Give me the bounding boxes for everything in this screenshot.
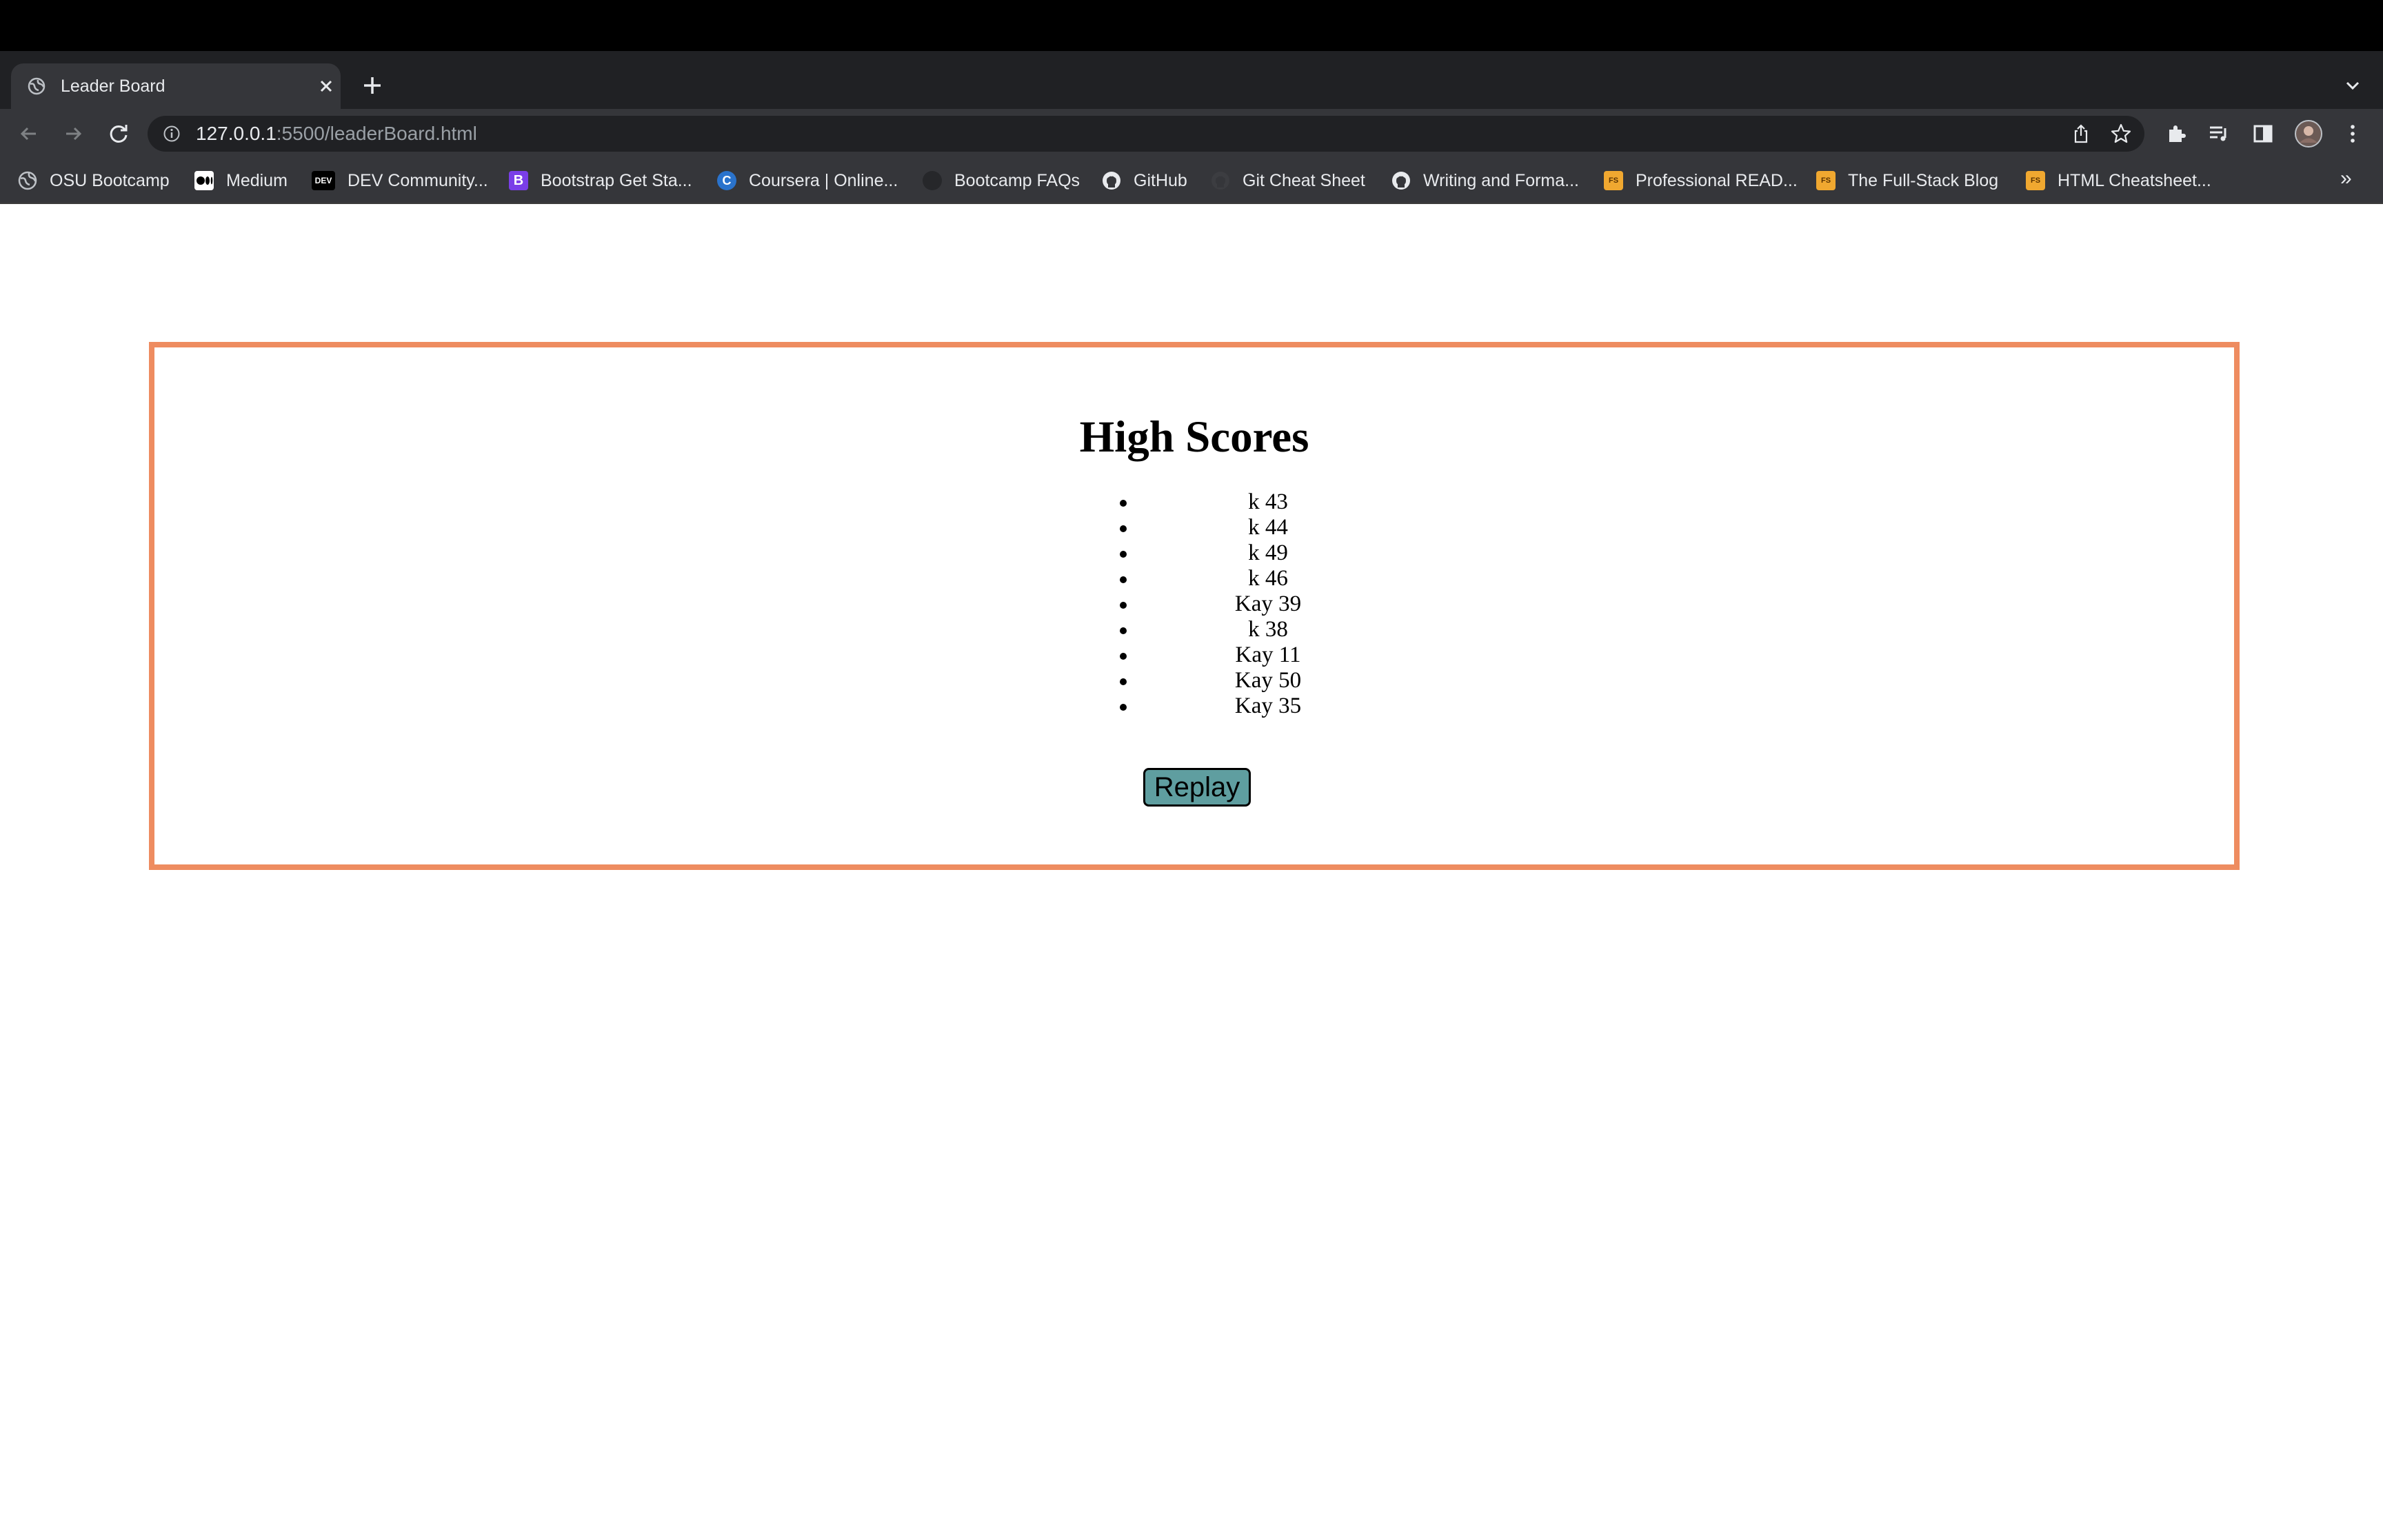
profile-avatar-icon[interactable] — [2293, 119, 2324, 149]
page-title: High Scores — [1079, 412, 1309, 462]
tab-title: Leader Board — [61, 77, 165, 96]
bookmark-label: Bootcamp FAQs — [954, 170, 1080, 190]
fs-icon: FS — [2026, 171, 2045, 190]
score-item: k 44 — [1120, 515, 1375, 540]
bookmark-bootstrap[interactable]: B Bootstrap Get Sta... — [509, 167, 692, 194]
github-icon — [1103, 172, 1120, 190]
forward-icon[interactable] — [58, 119, 88, 149]
new-tab-icon[interactable] — [359, 72, 386, 99]
bookmark-label: HTML Cheatsheet... — [2058, 170, 2211, 190]
bookmark-star-icon[interactable] — [2110, 123, 2132, 145]
browser-toolbar: 127.0.0.1:5500/leaderBoard.html — [0, 109, 2383, 159]
bootstrap-icon: B — [509, 171, 528, 190]
tab-strip: Leader Board — [0, 51, 2383, 109]
score-item: k 49 — [1120, 540, 1375, 566]
score-item: k 43 — [1120, 489, 1375, 515]
bookmark-label: Coursera | Online... — [749, 170, 898, 190]
medium-icon — [194, 171, 214, 190]
url-path: :5500/leaderBoard.html — [276, 123, 477, 144]
bookmark-writing-and-formatting[interactable]: Writing and Forma... — [1391, 167, 1579, 194]
bookmark-bootcamp-faqs[interactable]: Bootcamp FAQs — [923, 167, 1080, 194]
coursera-icon: C — [717, 171, 736, 190]
github-icon — [1211, 172, 1229, 190]
menu-kebab-icon[interactable] — [2337, 119, 2368, 149]
chevron-down-icon[interactable] — [2339, 72, 2366, 99]
bookmarks-overflow-button[interactable]: » — [2340, 167, 2352, 190]
score-item: Kay 35 — [1120, 693, 1375, 719]
bookmark-label: Bootstrap Get Sta... — [541, 170, 692, 190]
score-item: Kay 39 — [1120, 591, 1375, 617]
leaderboard-card: High Scores k 43 k 44 k 49 k 46 Kay 39 k… — [149, 342, 2240, 870]
back-icon[interactable] — [14, 119, 44, 149]
bookmark-dev-community[interactable]: DEV DEV Community... — [312, 167, 488, 194]
bookmarks-bar: OSU Bootcamp Medium DEV DEV Community...… — [0, 159, 2383, 204]
close-tab-icon[interactable] — [313, 73, 339, 99]
bookmark-github[interactable]: GitHub — [1102, 167, 1187, 194]
share-icon[interactable] — [2070, 123, 2092, 145]
media-playlist-icon[interactable] — [2204, 119, 2234, 149]
bookmark-label: DEV Community... — [348, 170, 488, 190]
bootcamp-icon — [923, 171, 942, 190]
screen-top-bar — [0, 0, 2383, 51]
bookmark-label: GitHub — [1134, 170, 1187, 190]
bookmark-professional-readme[interactable]: FS Professional READ... — [1604, 167, 1798, 194]
bookmark-label: Professional READ... — [1636, 170, 1798, 190]
globe-icon — [28, 77, 46, 95]
fs-icon: FS — [1816, 171, 1836, 190]
score-item: k 38 — [1120, 617, 1375, 642]
address-bar[interactable]: 127.0.0.1:5500/leaderBoard.html — [148, 116, 2144, 152]
url-host: 127.0.0.1 — [196, 123, 276, 144]
reload-icon[interactable] — [103, 119, 134, 149]
bookmark-label: Writing and Forma... — [1423, 170, 1580, 190]
high-scores-list: k 43 k 44 k 49 k 46 Kay 39 k 38 Kay 11 K… — [1120, 489, 1375, 719]
bookmark-html-cheatsheet[interactable]: FS HTML Cheatsheet... — [2026, 167, 2211, 194]
globe-icon — [18, 171, 37, 190]
bookmark-label: The Full-Stack Blog — [1848, 170, 1999, 190]
bookmark-osu-bootcamp[interactable]: OSU Bootcamp — [18, 167, 170, 194]
score-item: Kay 50 — [1120, 668, 1375, 693]
score-item: Kay 11 — [1120, 642, 1375, 668]
extensions-icon[interactable] — [2161, 119, 2191, 149]
replay-button[interactable]: Replay — [1143, 768, 1251, 807]
dev-icon: DEV — [312, 171, 335, 190]
bookmark-full-stack-blog[interactable]: FS The Full-Stack Blog — [1816, 167, 1998, 194]
bookmark-label: Git Cheat Sheet — [1243, 170, 1365, 190]
score-item: k 46 — [1120, 566, 1375, 591]
site-info-icon[interactable] — [163, 125, 181, 143]
bookmark-label: Medium — [226, 170, 288, 190]
bookmark-label: OSU Bootcamp — [50, 170, 170, 190]
url-text: 127.0.0.1:5500/leaderBoard.html — [196, 121, 477, 147]
tab-leader-board[interactable]: Leader Board — [11, 63, 341, 109]
bookmark-coursera[interactable]: C Coursera | Online... — [717, 167, 898, 194]
fs-icon: FS — [1604, 171, 1623, 190]
bookmark-git-cheat-sheet[interactable]: Git Cheat Sheet — [1211, 167, 1365, 194]
github-icon — [1392, 172, 1410, 190]
side-panel-icon[interactable] — [2248, 119, 2278, 149]
bookmark-medium[interactable]: Medium — [194, 167, 288, 194]
